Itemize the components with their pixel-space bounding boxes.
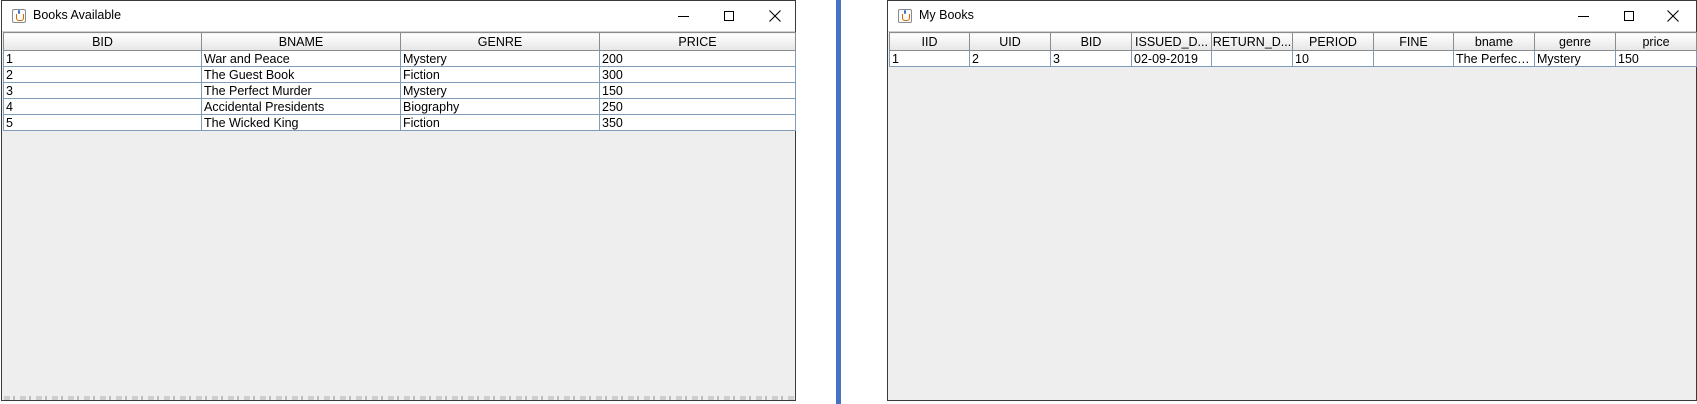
minimize-icon: [677, 15, 689, 17]
cell-genre[interactable]: Fiction: [400, 114, 600, 131]
cell-genre[interactable]: Mystery: [400, 82, 600, 99]
maximize-button[interactable]: [706, 1, 752, 31]
cell-price[interactable]: 250: [599, 98, 796, 115]
column-header[interactable]: GENRE: [400, 32, 600, 51]
window-title: My Books: [919, 8, 974, 22]
divider-bar: [836, 0, 841, 404]
column-header[interactable]: bname: [1453, 32, 1535, 51]
close-icon: [1667, 10, 1679, 22]
close-icon: [769, 10, 781, 22]
column-header[interactable]: BID: [1050, 32, 1132, 51]
table-row[interactable]: 5 The Wicked King Fiction 350: [3, 114, 796, 131]
cell-price[interactable]: 150: [599, 82, 796, 99]
cell-bid[interactable]: 1: [3, 50, 202, 67]
column-header[interactable]: FINE: [1373, 32, 1454, 51]
title-bar[interactable]: My Books: [888, 1, 1696, 32]
column-header[interactable]: PRICE: [599, 32, 796, 51]
table-row[interactable]: 1 2 3 02-09-2019 10 The Perfect ... Myst…: [889, 50, 1697, 67]
column-header[interactable]: BID: [3, 32, 202, 51]
cell-bname[interactable]: The Wicked King: [201, 114, 401, 131]
table-row[interactable]: 1 War and Peace Mystery 200: [3, 50, 796, 67]
cell-genre[interactable]: Mystery: [400, 50, 600, 67]
cell-fine[interactable]: [1373, 50, 1454, 67]
maximize-icon: [724, 11, 734, 21]
column-header[interactable]: BNAME: [201, 32, 401, 51]
cell-genre[interactable]: Fiction: [400, 66, 600, 83]
table-header: IID UID BID ISSUED_D... RETURN_D... PERI…: [889, 32, 1697, 51]
title-bar[interactable]: Books Available: [2, 1, 795, 32]
cell-price[interactable]: 150: [1615, 50, 1697, 67]
java-coffee-cup-icon: [12, 9, 26, 23]
cell-bname[interactable]: Accidental Presidents: [201, 98, 401, 115]
my-books-window: My Books IID UID BID ISSUED_D... RETURN_…: [887, 0, 1697, 401]
cell-bid[interactable]: 2: [3, 66, 202, 83]
cell-bid[interactable]: 4: [3, 98, 202, 115]
cell-bid[interactable]: 5: [3, 114, 202, 131]
maximize-icon: [1624, 11, 1634, 21]
close-button[interactable]: [752, 1, 798, 31]
column-header[interactable]: ISSUED_D...: [1131, 32, 1212, 51]
cell-price[interactable]: 300: [599, 66, 796, 83]
cell-bname[interactable]: The Guest Book: [201, 66, 401, 83]
cell-genre[interactable]: Biography: [400, 98, 600, 115]
minimize-button[interactable]: [1560, 1, 1606, 31]
table-row[interactable]: 3 The Perfect Murder Mystery 150: [3, 82, 796, 99]
column-header[interactable]: PERIOD: [1292, 32, 1374, 51]
column-header[interactable]: UID: [969, 32, 1051, 51]
table-row[interactable]: 4 Accidental Presidents Biography 250: [3, 98, 796, 115]
minimize-button[interactable]: [660, 1, 706, 31]
column-header[interactable]: RETURN_D...: [1211, 32, 1293, 51]
cell-issued-date[interactable]: 02-09-2019: [1131, 50, 1212, 67]
cell-iid[interactable]: 1: [889, 50, 970, 67]
cell-uid[interactable]: 2: [969, 50, 1051, 67]
column-header[interactable]: price: [1615, 32, 1697, 51]
cell-bid[interactable]: 3: [1050, 50, 1132, 67]
my-books-table: IID UID BID ISSUED_D... RETURN_D... PERI…: [889, 32, 1697, 67]
cell-price[interactable]: 200: [599, 50, 796, 67]
maximize-button[interactable]: [1606, 1, 1652, 31]
books-table: BID BNAME GENRE PRICE 1 War and Peace My…: [3, 32, 796, 131]
cell-price[interactable]: 350: [599, 114, 796, 131]
close-button[interactable]: [1650, 1, 1696, 31]
books-available-window: Books Available BID BNAME GENRE PRICE 1 …: [1, 0, 796, 401]
cell-return-date[interactable]: [1211, 50, 1293, 67]
cell-bname[interactable]: The Perfect ...: [1453, 50, 1535, 67]
cell-genre[interactable]: Mystery: [1534, 50, 1616, 67]
minimize-icon: [1577, 15, 1589, 17]
cell-bname[interactable]: War and Peace: [201, 50, 401, 67]
cell-period[interactable]: 10: [1292, 50, 1374, 67]
column-header[interactable]: genre: [1534, 32, 1616, 51]
cell-bname[interactable]: The Perfect Murder: [201, 82, 401, 99]
java-coffee-cup-icon: [898, 9, 912, 23]
table-row[interactable]: 2 The Guest Book Fiction 300: [3, 66, 796, 83]
window-title: Books Available: [33, 8, 122, 22]
window-bottom-edge: [4, 396, 794, 400]
table-header: BID BNAME GENRE PRICE: [3, 32, 796, 51]
cell-bid[interactable]: 3: [3, 82, 202, 99]
column-header[interactable]: IID: [889, 32, 970, 51]
